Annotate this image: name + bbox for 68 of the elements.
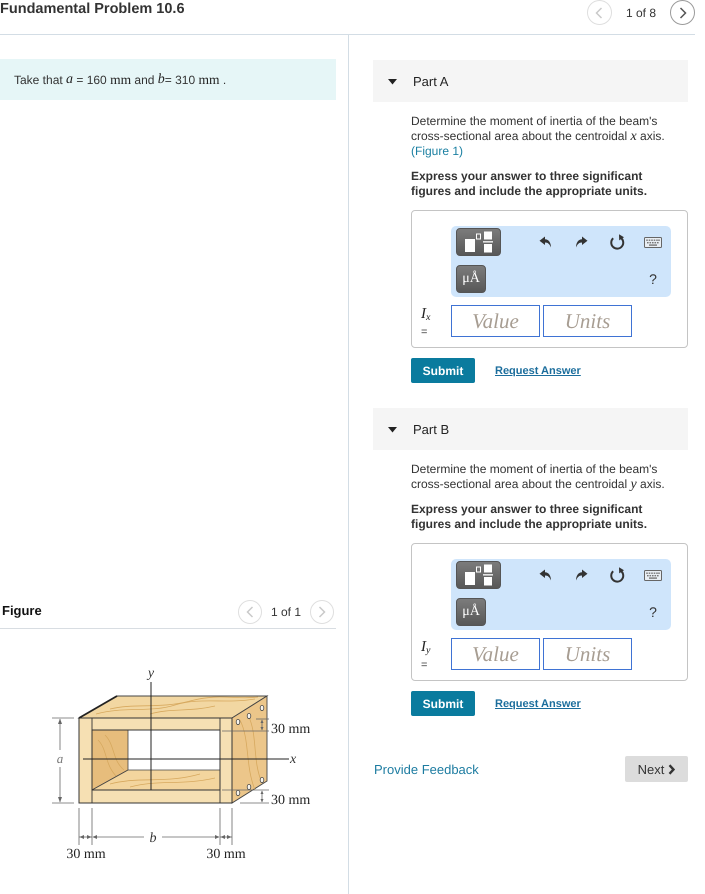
- answer-variable-label: I$_{y}$ =: [421, 638, 432, 671]
- request-answer-link[interactable]: Request Answer: [495, 364, 581, 376]
- reset-icon: [610, 234, 624, 250]
- part-title: Part B: [413, 422, 450, 436]
- dimension-line: [222, 790, 270, 804]
- redo-icon: [574, 236, 588, 248]
- keyboard-icon: [644, 236, 662, 248]
- dimension-line: [222, 718, 270, 732]
- reset-button[interactable]: [610, 234, 624, 250]
- templates-button[interactable]: [456, 228, 501, 256]
- keyboard-button[interactable]: [644, 236, 662, 248]
- dimension-label: 30 mm: [271, 793, 310, 808]
- submit-button[interactable]: Submit: [411, 691, 475, 716]
- instruction-text: Express your answer to three significant figures and include the appropriate units.: [411, 502, 648, 532]
- caret-down-icon[interactable]: [388, 76, 397, 86]
- page-counter: 1 of 8: [626, 6, 656, 20]
- dimension-label: b: [150, 831, 156, 846]
- templates-button[interactable]: [456, 561, 501, 589]
- question-text: Determine the moment of inertia of the beam's cross-sectional area about the centroidal y axis.: [411, 462, 666, 492]
- problem-statement: Take that a = 160 mm and b= 310 mm .: [0, 59, 336, 100]
- dimension-label: a: [56, 751, 64, 766]
- part-title: Part A: [413, 74, 448, 88]
- instruction-text: Express your answer to three significant figures and include the appropriate units.: [411, 169, 648, 199]
- units-button[interactable]: μÅ: [456, 598, 486, 626]
- chevron-right-icon: [668, 764, 676, 774]
- axis-label: y: [148, 666, 154, 681]
- page-title: Fundamental Problem 10.6: [0, 0, 185, 18]
- reset-button[interactable]: [610, 567, 624, 583]
- part-header[interactable]: Part A: [373, 60, 688, 102]
- submit-button[interactable]: Submit: [411, 358, 475, 383]
- redo-icon: [574, 569, 588, 581]
- chevron-right-icon: [678, 6, 686, 18]
- dimension-label: 30 mm: [206, 847, 246, 862]
- undo-icon: [538, 569, 552, 581]
- keyboard-button[interactable]: [644, 570, 662, 580]
- chevron-right-icon: [318, 606, 326, 618]
- units-field[interactable]: Units: [543, 305, 632, 337]
- next-button[interactable]: Next: [625, 756, 688, 782]
- page-counter: 1 of 1: [270, 605, 301, 619]
- chevron-left-icon: [246, 606, 254, 618]
- undo-button[interactable]: [538, 569, 552, 581]
- figure-title: Figure: [2, 602, 42, 618]
- redo-button[interactable]: [574, 569, 588, 581]
- value-field[interactable]: Value: [451, 638, 540, 670]
- figure-link[interactable]: (Figure 1): [411, 144, 464, 158]
- help-button[interactable]: ?: [649, 271, 657, 287]
- answer-variable-label: I$_{x}$ =: [421, 305, 432, 338]
- caret-down-icon[interactable]: [388, 424, 397, 434]
- undo-icon: [538, 236, 552, 248]
- chevron-left-icon: [595, 6, 604, 18]
- units-button[interactable]: μÅ: [456, 265, 486, 293]
- part-header[interactable]: Part B: [373, 408, 688, 450]
- keyboard-icon: [644, 570, 662, 580]
- units-field[interactable]: Units: [543, 638, 632, 670]
- redo-button[interactable]: [574, 236, 588, 248]
- template-icon: [464, 231, 494, 253]
- template-icon: [464, 564, 494, 586]
- dimension-label: 30 mm: [271, 722, 310, 737]
- value-field[interactable]: Value: [451, 305, 540, 337]
- undo-button[interactable]: [538, 236, 552, 248]
- axis-label: x: [290, 752, 296, 767]
- feedback-link[interactable]: Provide Feedback: [374, 762, 479, 776]
- question-text: Determine the moment of inertia of the beam's cross-sectional area about the centroidal x axis. (Figure 1): [411, 114, 666, 159]
- dimension-label: 30 mm: [66, 847, 106, 862]
- next-page-button[interactable]: [670, 0, 695, 25]
- reset-icon: [610, 567, 624, 583]
- request-answer-link[interactable]: Request Answer: [495, 698, 581, 710]
- help-button[interactable]: ?: [649, 604, 657, 620]
